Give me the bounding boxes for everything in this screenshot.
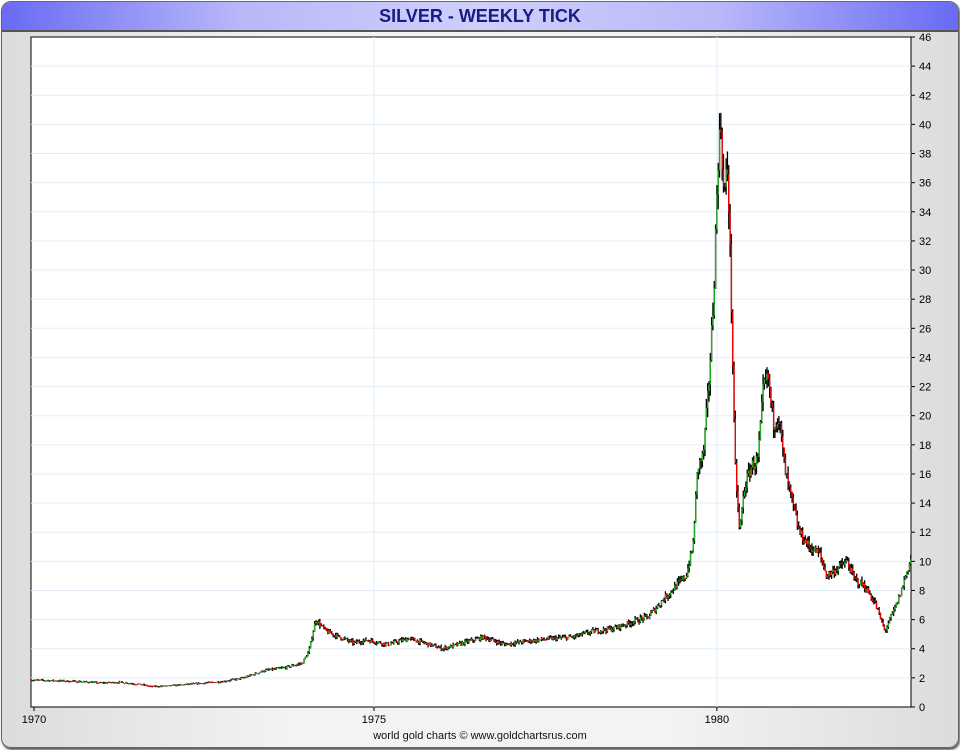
y-tick-label: 38 bbox=[919, 149, 931, 161]
y-tick-label: 24 bbox=[919, 352, 931, 364]
y-tick-label: 26 bbox=[919, 323, 931, 335]
y-tick-label: 36 bbox=[919, 178, 931, 190]
y-tick-label: 30 bbox=[919, 265, 931, 277]
y-tick-label: 32 bbox=[919, 236, 931, 248]
x-tick-label: 1975 bbox=[362, 714, 386, 726]
y-tick-label: 34 bbox=[919, 207, 931, 219]
y-tick-label: 44 bbox=[919, 61, 931, 73]
y-tick-label: 0 bbox=[919, 702, 925, 714]
y-tick-label: 40 bbox=[919, 119, 931, 131]
y-tick-label: 46 bbox=[919, 32, 931, 44]
y-tick-label: 12 bbox=[919, 527, 931, 539]
y-tick-label: 28 bbox=[919, 294, 931, 306]
y-tick-label: 18 bbox=[919, 440, 931, 452]
y-tick-label: 20 bbox=[919, 411, 931, 423]
y-tick-label: 16 bbox=[919, 469, 931, 481]
x-tick-label: 1980 bbox=[705, 714, 729, 726]
price-chart: 0246810121416182022242628303234363840424… bbox=[22, 32, 931, 726]
x-tick-label: 1970 bbox=[22, 714, 46, 726]
y-tick-label: 14 bbox=[919, 498, 931, 510]
y-tick-label: 2 bbox=[919, 673, 925, 685]
y-tick-label: 42 bbox=[919, 90, 931, 102]
y-tick-label: 22 bbox=[919, 382, 931, 394]
y-tick-label: 8 bbox=[919, 585, 925, 597]
plot-area bbox=[30, 36, 912, 708]
y-tick-label: 6 bbox=[919, 615, 925, 627]
y-tick-label: 4 bbox=[919, 644, 925, 656]
copyright-footer: world gold charts © www.goldchartsrus.co… bbox=[373, 730, 587, 742]
y-tick-label: 10 bbox=[919, 556, 931, 568]
